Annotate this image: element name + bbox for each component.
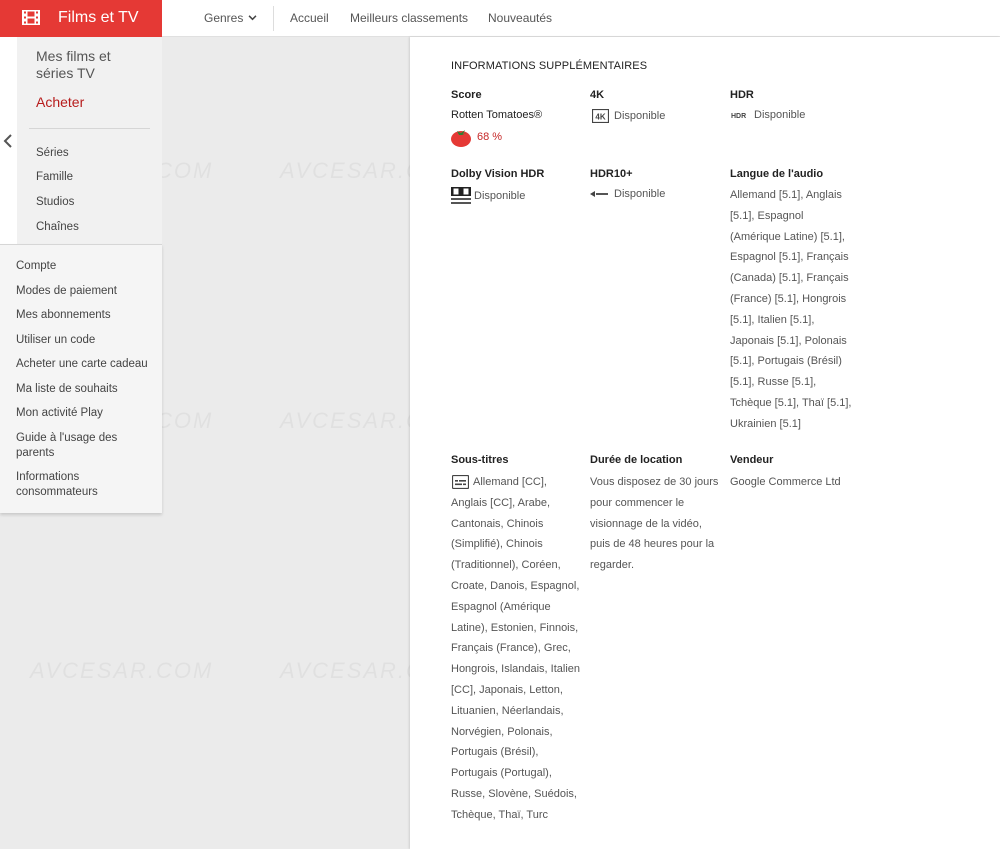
brand-title: Films et TV xyxy=(58,9,139,26)
nav-home[interactable]: Accueil xyxy=(290,11,329,25)
rotten-tomatoes-label: Rotten Tomatoes® xyxy=(451,109,543,121)
divider xyxy=(29,128,150,129)
genres-label: Genres xyxy=(204,11,244,25)
hdr10plus-availability: Disponible xyxy=(614,188,666,200)
nav-new-releases[interactable]: Nouveautés xyxy=(488,11,552,25)
tomato-icon xyxy=(451,130,471,147)
sidebar-link-parent-guide[interactable]: Guide à l'usage des parents xyxy=(16,431,126,461)
sidebar-item-channels[interactable]: Chaînes xyxy=(36,221,79,233)
subtitles-label: Sous-titres xyxy=(451,454,509,466)
sidebar-link-wishlist[interactable]: Ma liste de souhaits xyxy=(16,382,156,397)
dolby-vision-value: Disponible xyxy=(451,186,525,206)
sidebar-item-series[interactable]: Séries xyxy=(36,147,69,159)
section-title: INFORMATIONS SUPPLÉMENTAIRES xyxy=(451,60,648,72)
svg-text:HDR: HDR xyxy=(731,113,746,120)
details-panel: INFORMATIONS SUPPLÉMENTAIRES Score Rotte… xyxy=(410,37,1000,849)
seller-label: Vendeur xyxy=(730,454,774,466)
hdr-value: HDR Disponible xyxy=(731,109,805,121)
4k-availability: Disponible xyxy=(614,110,666,122)
top-bar: Films et TV Genres Accueil Meilleurs cla… xyxy=(0,0,1000,37)
genres-dropdown[interactable]: Genres xyxy=(204,11,257,25)
brand-logo[interactable]: Films et TV xyxy=(0,0,162,37)
film-icon xyxy=(22,10,40,25)
4k-label: 4K xyxy=(590,89,605,101)
subtitles-list: Allemand [CC], Anglais [CC], Arabe, Cant… xyxy=(451,476,581,821)
nav-top-charts[interactable]: Meilleurs classements xyxy=(350,11,468,25)
score-percent: 68 % xyxy=(477,131,503,143)
sidebar-buy[interactable]: Acheter xyxy=(36,94,84,110)
sidebar-link-consumer-info[interactable]: Informations consommateurs xyxy=(16,470,116,500)
chevron-down-icon xyxy=(248,15,257,21)
sidebar-item-family[interactable]: Famille xyxy=(36,171,73,183)
hdr10plus-value: Disponible xyxy=(590,188,665,200)
sidebar-my-library[interactable]: Mes films et séries TV xyxy=(36,48,146,82)
rental-duration-label: Durée de location xyxy=(590,454,683,466)
dolby-vision-availability: Disponible xyxy=(474,190,526,202)
dolby-vision-label: Dolby Vision HDR xyxy=(451,168,545,180)
sidebar-link-redeem[interactable]: Utiliser un code xyxy=(16,333,156,348)
hdr-icon: HDR xyxy=(731,113,746,120)
rental-duration-text: Vous disposez de 30 jours pour commencer… xyxy=(590,476,719,572)
watermark-text: AVCESAR.COM xyxy=(30,658,213,684)
seller-name: Google Commerce Ltd xyxy=(730,476,841,488)
sidebar-link-activity[interactable]: Mon activité Play xyxy=(16,406,156,421)
sidebar-primary: Mes films et séries TV Acheter Séries Fa… xyxy=(17,37,162,244)
hdr10plus-icon xyxy=(590,191,608,197)
hdr10plus-label: HDR10+ xyxy=(590,168,633,180)
hdr-availability: Disponible xyxy=(754,109,806,121)
dolby-vision-icon xyxy=(451,187,471,204)
sidebar-secondary: Compte Modes de paiement Mes abonnements… xyxy=(0,244,162,513)
audio-language-label: Langue de l'audio xyxy=(730,168,824,180)
nav-divider xyxy=(273,6,274,31)
score-label: Score xyxy=(451,89,482,101)
sidebar-link-payment[interactable]: Modes de paiement xyxy=(16,284,156,299)
sidebar-collapse-button[interactable] xyxy=(0,37,17,244)
sidebar-link-subscriptions[interactable]: Mes abonnements xyxy=(16,308,156,323)
hdr-label: HDR xyxy=(730,89,754,101)
sidebar-item-studios[interactable]: Studios xyxy=(36,196,74,208)
svg-text:4K: 4K xyxy=(595,113,605,122)
sidebar-link-account[interactable]: Compte xyxy=(16,259,156,274)
sidebar-link-gift-card[interactable]: Acheter une carte cadeau xyxy=(16,357,156,372)
score-value: 68 % xyxy=(450,127,502,147)
4k-value: 4K Disponible xyxy=(592,109,665,123)
4k-icon: 4K xyxy=(592,109,609,123)
chevron-left-icon xyxy=(3,134,12,148)
audio-language-list: Allemand [5.1], Anglais [5.1], Espagnol … xyxy=(730,189,852,430)
